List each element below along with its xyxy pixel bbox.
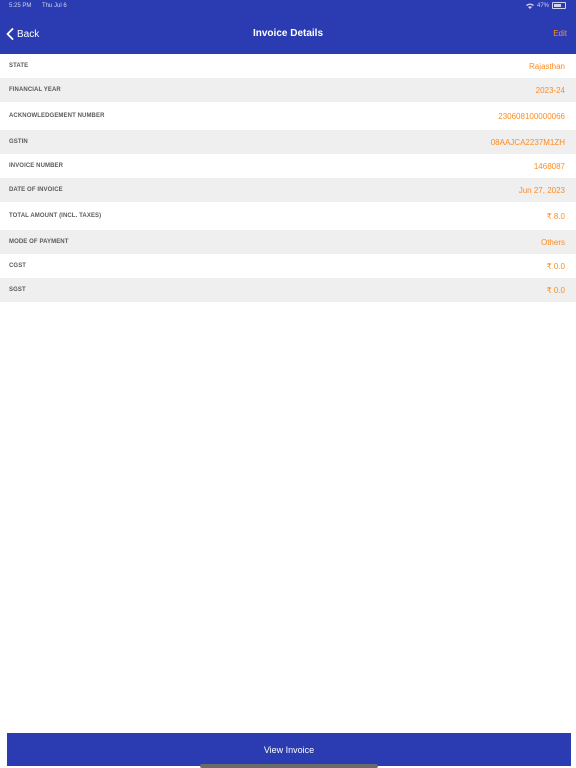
detail-value: ₹ 0.0: [546, 261, 565, 271]
invoice-details-list: STATE Rajasthan FINANCIAL YEAR 2023-24 A…: [0, 54, 576, 302]
detail-row-state: STATE Rajasthan: [0, 54, 576, 78]
detail-value: Jun 27, 2023: [518, 185, 565, 195]
detail-row-cgst: CGST ₹ 0.0: [0, 254, 576, 278]
detail-label: SGST: [9, 286, 26, 293]
detail-value: 1468087: [533, 161, 565, 171]
detail-row-acknowledgement-number: ACKNOWLEDGEMENT NUMBER 230608100000066: [0, 102, 576, 130]
detail-row-total-amount: TOTAL AMOUNT (INCL. TAXES) ₹ 8.0: [0, 202, 576, 230]
detail-value: Others: [540, 237, 565, 247]
detail-label: CGST: [9, 262, 27, 269]
detail-value: 230608100000066: [498, 111, 565, 121]
detail-label: FINANCIAL YEAR: [9, 86, 61, 93]
detail-row-date-of-invoice: DATE OF INVOICE Jun 27, 2023: [0, 178, 576, 202]
view-invoice-button[interactable]: View Invoice: [7, 733, 571, 766]
detail-label: STATE: [9, 62, 29, 69]
battery-percentage: 47%: [536, 2, 549, 9]
detail-value: ₹ 0.0: [546, 285, 565, 295]
edit-button[interactable]: Edit: [553, 29, 567, 38]
home-indicator: [200, 764, 378, 768]
detail-value: 2023-24: [535, 85, 565, 95]
detail-row-gstin: GSTIN 08AAJCA2237M1ZH: [0, 130, 576, 154]
detail-value: Rajasthan: [528, 61, 565, 71]
status-time: 5:25 PM: [9, 3, 32, 9]
battery-icon: [552, 2, 566, 9]
detail-label: DATE OF INVOICE: [9, 186, 63, 193]
detail-label: MODE OF PAYMENT: [9, 238, 69, 245]
detail-value: 08AAJCA2237M1ZH: [490, 137, 565, 147]
detail-row-sgst: SGST ₹ 0.0: [0, 278, 576, 302]
status-indicators: 47%: [525, 2, 566, 9]
navigation-bar: 5:25 PM Thu Jul 6 47% Back Invoice Detai…: [0, 0, 576, 54]
detail-row-invoice-number: INVOICE NUMBER 1468087: [0, 154, 576, 178]
page-title: Invoice Details: [252, 28, 324, 39]
detail-label: TOTAL AMOUNT (INCL. TAXES): [9, 212, 102, 219]
detail-row-mode-of-payment: MODE OF PAYMENT Others: [0, 230, 576, 254]
detail-label: INVOICE NUMBER: [9, 162, 64, 169]
detail-label: GSTIN: [9, 138, 28, 145]
detail-row-financial-year: FINANCIAL YEAR 2023-24: [0, 78, 576, 102]
detail-label: ACKNOWLEDGEMENT NUMBER: [9, 112, 105, 119]
wifi-icon: [525, 3, 534, 9]
detail-value: ₹ 8.0: [546, 211, 565, 221]
status-bar: 5:25 PM Thu Jul 6 47%: [0, 0, 576, 12]
status-date: Thu Jul 6: [42, 3, 67, 9]
